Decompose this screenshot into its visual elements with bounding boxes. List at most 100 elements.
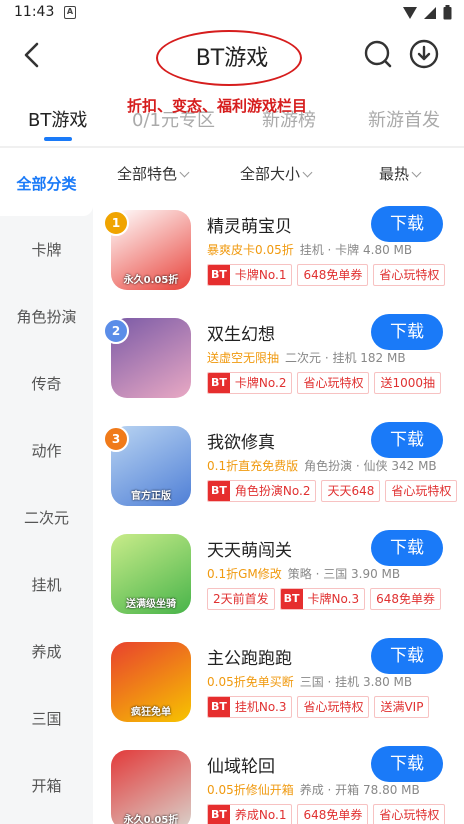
game-icon[interactable]: 送满级坐骑 (111, 534, 191, 614)
game-info: 策略 · 三国 3.90 MB (287, 567, 401, 581)
download-button[interactable]: 下载 (371, 206, 443, 242)
game-tag: 省心玩特权 (297, 696, 370, 718)
rank-badge: 2 (103, 318, 129, 344)
game-tag: 省心玩特权 (373, 264, 446, 286)
filter-size-dropdown[interactable]: 全部大小 (240, 163, 313, 184)
game-info: 养成 · 开箱 78.80 MB (299, 783, 420, 797)
game-meta: 0.05折免单买断 三国 · 挂机 3.80 MB (207, 673, 412, 690)
chevron-down-icon (302, 167, 313, 178)
game-tags: BT 挂机No.3 省心玩特权 送满VIP (207, 696, 430, 718)
game-icon-label: 永久0.05折 (123, 275, 179, 286)
category-three-kingdoms[interactable]: 三国 (0, 708, 93, 729)
battery-icon (443, 5, 452, 20)
game-tag: 648免单券 (297, 264, 369, 286)
download-button[interactable]: 下载 (371, 314, 443, 350)
category-anime[interactable]: 二次元 (0, 507, 93, 528)
game-icon-label: 官方正版 (131, 491, 171, 502)
status-time: 11:43 (14, 4, 55, 20)
filter-label: 全部大小 (240, 165, 301, 183)
download-button[interactable]: 下载 (371, 530, 443, 566)
tag-text: 省心玩特权 (303, 700, 364, 714)
category-rpg[interactable]: 角色扮演 (0, 306, 93, 327)
bt-badge: BT (208, 481, 230, 501)
game-icon-label: 疯狂免单 (131, 707, 171, 718)
game-tag: 天天648 (321, 480, 381, 502)
game-tag: 2天前首发 (207, 588, 275, 610)
chevron-down-icon (179, 167, 190, 178)
status-bar: 11:43 A (0, 0, 464, 26)
download-button[interactable]: 下载 (371, 422, 443, 458)
game-info: 三国 · 挂机 3.80 MB (299, 675, 413, 689)
game-icon[interactable]: 永久0.05折 (111, 750, 191, 824)
game-tags: BT 卡牌No.2 省心玩特权 送1000抽 (207, 372, 442, 394)
game-tags: BT 养成No.1 648免单券 省心玩特权 (207, 804, 446, 824)
tag-text: 卡牌No.3 (307, 592, 360, 606)
tag-text: 648免单券 (303, 268, 363, 282)
game-tag: BT 角色扮演No.2 (207, 480, 317, 502)
game-tag: BT 挂机No.3 (207, 696, 293, 718)
game-list-item[interactable]: 疯狂免单 主公跑跑跑 0.05折免单买断 三国 · 挂机 3.80 MB BT 挂机No.… (93, 632, 464, 732)
tab-bt-games[interactable]: BT游戏 (28, 106, 87, 132)
tag-text: 648免单券 (376, 592, 435, 606)
game-tag: 送满VIP (374, 696, 430, 718)
game-icon[interactable]: 疯狂免单 (111, 642, 191, 722)
game-list-item[interactable]: 送满级坐骑 天天萌闯关 0.1折GM修改 策略 · 三国 3.90 MB 2天前首发 BT… (93, 524, 464, 624)
download-button[interactable]: 下载 (371, 746, 443, 782)
filter-feature-dropdown[interactable]: 全部特色 (117, 163, 190, 184)
game-tag: BT 养成No.1 (207, 804, 293, 824)
category-card[interactable]: 卡牌 (0, 239, 93, 260)
game-tag: BT 卡牌No.3 (279, 588, 366, 610)
tab-new-releases[interactable]: 新游首发 (368, 106, 440, 132)
wifi-icon (403, 6, 417, 19)
game-tag: BT 卡牌No.2 (207, 372, 293, 394)
game-tags: 2天前首发 BT 卡牌No.3 648免单券 (207, 588, 441, 610)
tag-text: 卡牌No.2 (234, 376, 287, 390)
game-tag: BT 卡牌No.1 (207, 264, 293, 286)
game-tag: 省心玩特权 (385, 480, 458, 502)
category-idle[interactable]: 挂机 (0, 574, 93, 595)
category-action[interactable]: 动作 (0, 440, 93, 461)
game-tag: 省心玩特权 (373, 804, 446, 824)
game-promo: 0.05折修仙开箱 (207, 783, 294, 797)
bt-badge: BT (208, 265, 230, 285)
filter-label: 全部特色 (117, 165, 178, 183)
header: BT游戏 (0, 26, 464, 86)
bt-badge: BT (208, 805, 230, 824)
active-tab-indicator (44, 137, 72, 141)
game-list-item[interactable]: 永久0.05折 仙域轮回 0.05折修仙开箱 养成 · 开箱 78.80 MB BT 养成… (93, 740, 464, 824)
category-all[interactable]: 全部分类 (0, 173, 93, 194)
search-icon[interactable] (362, 38, 394, 70)
game-tag: 648免单券 (370, 588, 441, 610)
status-icons (403, 5, 452, 20)
download-icon[interactable] (408, 38, 440, 70)
game-name: 精灵萌宝贝 (207, 217, 292, 237)
tag-text: 天天648 (327, 484, 375, 498)
annotation-text: 折扣、变态、福利游戏栏目 (127, 97, 308, 115)
tag-text: 省心玩特权 (379, 808, 440, 822)
game-list-item[interactable]: 官方正版 3 我欲修真 0.1折直充免费版 角色扮演 · 仙侠 342 MB BT 角色扮演… (93, 416, 464, 516)
game-tag: 648免单券 (297, 804, 369, 824)
game-meta: 送虚空无限抽 二次元 · 挂机 182 MB (207, 349, 406, 366)
tag-text: 养成No.1 (234, 808, 287, 822)
rank-badge: 1 (103, 210, 129, 236)
game-list-item[interactable]: 2 双生幻想 送虚空无限抽 二次元 · 挂机 182 MB BT 卡牌No.2 省心玩特权 送… (93, 308, 464, 408)
filter-sort-dropdown[interactable]: 最热 (379, 163, 422, 184)
game-promo: 暴爽皮卡0.05折 (207, 243, 294, 257)
tag-text: 角色扮演No.2 (234, 484, 311, 498)
category-legend[interactable]: 传奇 (0, 373, 93, 394)
game-tag: 送1000抽 (374, 372, 442, 394)
game-promo: 0.1折直充免费版 (207, 459, 299, 473)
download-button[interactable]: 下载 (371, 638, 443, 674)
game-info: 挂机 · 卡牌 4.80 MB (299, 243, 413, 257)
game-meta: 暴爽皮卡0.05折 挂机 · 卡牌 4.80 MB (207, 241, 412, 258)
game-tags: BT 卡牌No.1 648免单券 省心玩特权 (207, 264, 446, 286)
game-name: 主公跑跑跑 (207, 649, 292, 669)
tag-text: 送1000抽 (380, 376, 436, 390)
category-box-opening[interactable]: 开箱 (0, 775, 93, 796)
category-nurture[interactable]: 养成 (0, 641, 93, 662)
tag-text: 648免单券 (303, 808, 363, 822)
game-list-item[interactable]: 永久0.05折 1 精灵萌宝贝暴爽皮卡0.05折 挂机 · 卡牌 4.80 MB BT 卡… (93, 200, 464, 300)
tag-text: 省心玩特权 (303, 376, 364, 390)
bt-badge: BT (208, 697, 230, 717)
tag-text: 2天前首发 (213, 592, 269, 606)
